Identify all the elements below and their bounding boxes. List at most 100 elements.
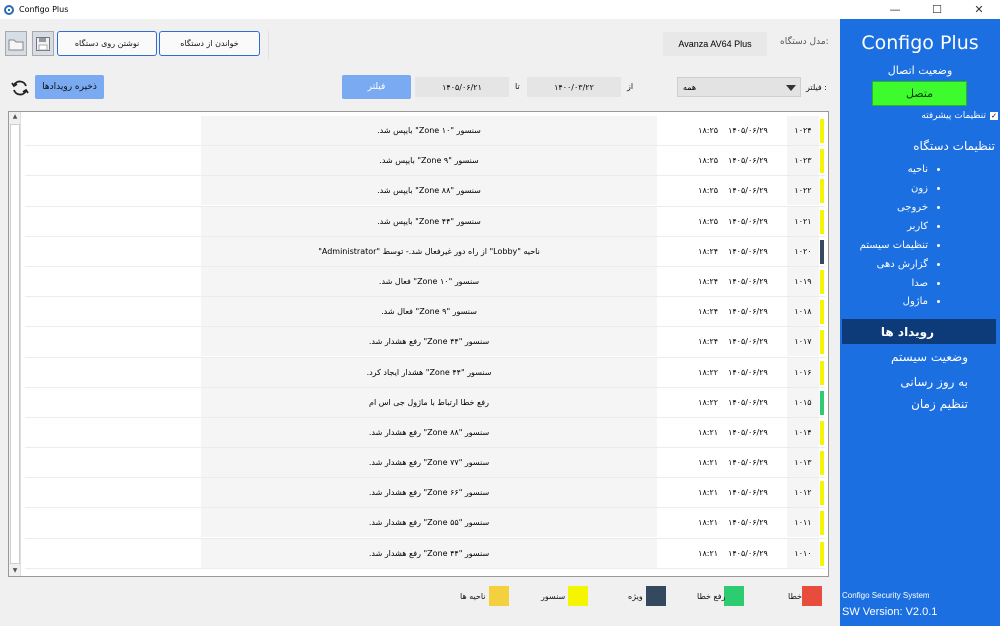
sidebar-item-label: صدا (911, 278, 928, 289)
from-date-input[interactable]: ۱۴۰۰/۰۳/۲۲ (527, 77, 621, 97)
close-button[interactable]: ✕ (958, 0, 1000, 19)
legend-swatch-special (646, 586, 666, 606)
sidebar-item-area[interactable]: ناحیه (840, 164, 940, 175)
event-date: ۱۴۰۵/۰۶/۲۹ (728, 186, 768, 196)
bullet-icon (937, 225, 940, 228)
sidebar-item-system-settings[interactable]: تنظیمات سیستم (840, 240, 940, 251)
maximize-button[interactable]: ☐ (916, 0, 958, 19)
table-row[interactable]: سنسور "Zone ۵۵" رفع هشدار شد. ۱۸:۲۱ ۱۴۰۵/۰… (25, 508, 825, 539)
refresh-button[interactable] (10, 78, 30, 98)
event-message: سنسور "Zone ۸۸" رفع هشدار شد. (201, 417, 657, 447)
to-date-input[interactable]: ۱۴۰۵/۰۶/۲۱ (415, 77, 509, 97)
sidebar-item-system-status[interactable]: وضعیت سیستم (840, 350, 968, 364)
sidebar-item-zone[interactable]: زون (840, 183, 940, 194)
table-row[interactable]: سنسور "Zone ۴۴" هشدار ایجاد کرد. ۱۸:۲۲ ۱۴۰… (25, 357, 825, 388)
table-row[interactable]: سنسور "Zone ۶۶" رفع هشدار شد. ۱۸:۲۱ ۱۴۰۵/۰… (25, 478, 825, 509)
advanced-settings-checkbox[interactable]: تنظیمات پیشرفته ✓ (870, 111, 998, 121)
table-row[interactable]: سنسور "Zone ۴۴" رفع هشدار شد. ۱۸:۲۱ ۱۴۰۵/۰… (25, 538, 825, 569)
write-to-device-button[interactable]: نوشتن روی دستگاه (57, 31, 157, 56)
filter-button[interactable]: فیلتر (342, 75, 411, 99)
event-id: ۱۰۱۲ (787, 478, 819, 508)
open-folder-icon (8, 39, 24, 50)
table-row[interactable]: سنسور "Zone ۹" فعال شد. ۱۸:۲۴ ۱۴۰۵/۰۶/۲۹ ۱۰… (25, 297, 825, 328)
event-message: سنسور "Zone ۴۴" هشدار ایجاد کرد. (201, 357, 657, 387)
bullet-icon (937, 206, 940, 209)
minimize-button[interactable]: — (874, 0, 916, 19)
event-time: ۱۸:۲۴ (698, 307, 719, 317)
table-row[interactable]: سنسور "Zone ۷۷" رفع هشدار شد. ۱۸:۲۱ ۱۴۰۵/۰… (25, 448, 825, 479)
table-row[interactable]: سنسور "Zone ۱۰" بایپس شد. ۱۸:۲۵ ۱۴۰۵/۰۶/۲۹… (25, 116, 825, 147)
event-id: ۱۰۱۶ (787, 357, 819, 387)
sidebar-item-output[interactable]: خروجی (840, 202, 940, 213)
event-datetime: ۱۸:۲۱ ۱۴۰۵/۰۶/۲۹ (683, 448, 783, 477)
sidebar-item-module[interactable]: ماژول (840, 296, 940, 307)
event-datetime: ۱۸:۲۵ ۱۴۰۵/۰۶/۲۹ (683, 176, 783, 205)
event-id: ۱۰۱۹ (787, 266, 819, 296)
event-time: ۱۸:۲۱ (698, 548, 719, 558)
event-time: ۱۸:۲۵ (698, 156, 719, 166)
table-row[interactable]: رفع خطا ارتباط با ماژول جی اس ام ۱۸:۲۲ ۱۴۰… (25, 387, 825, 418)
event-time: ۱۸:۲۴ (698, 337, 719, 347)
table-row[interactable]: سنسور "Zone ۹" بایپس شد. ۱۸:۲۵ ۱۴۰۵/۰۶/۲۹ ۱… (25, 146, 825, 177)
event-id: ۱۰۱۴ (787, 417, 819, 447)
event-datetime: ۱۸:۲۱ ۱۴۰۵/۰۶/۲۹ (683, 418, 783, 447)
save-file-button[interactable] (32, 31, 54, 56)
checkbox-checked-icon[interactable]: ✓ (990, 112, 998, 120)
event-date: ۱۴۰۵/۰۶/۲۹ (728, 458, 768, 468)
table-row[interactable]: سنسور "Zone ۸۸" رفع هشدار شد. ۱۸:۲۱ ۱۴۰۵/۰… (25, 417, 825, 449)
read-from-device-button[interactable]: خواندن از دستگاه (159, 31, 260, 56)
filter-dropdown[interactable]: همه (677, 77, 801, 97)
table-row[interactable]: ناحیه "Lobby" از راه دور غیرفعال شد.- تو… (25, 236, 825, 267)
open-file-button[interactable] (5, 31, 27, 56)
window-title: Configo Plus (19, 5, 69, 14)
legend-label-special: ویژه (628, 592, 643, 601)
events-table: ▲ ▼ سنسور "Zone ۱۰" بایپس شد. ۱۸:۲۵ ۱۴۰۵/۰… (8, 111, 829, 577)
sidebar-item-label: تنظیمات سیستم (859, 240, 928, 251)
scroll-thumb[interactable] (10, 124, 20, 564)
sidebar-item-sound[interactable]: صدا (840, 278, 940, 289)
sidebar-item-label: زون (910, 183, 928, 194)
event-time: ۱۸:۲۲ (698, 397, 719, 407)
save-events-button[interactable]: ذخیره رویدادها (35, 75, 104, 99)
sidebar-item-user[interactable]: کاربر (840, 221, 940, 232)
event-date: ۱۴۰۵/۰۶/۲۹ (728, 246, 768, 256)
device-model-label: مدل دستگاه: (780, 37, 829, 47)
event-type-indicator (820, 451, 824, 476)
sidebar-item-reporting[interactable]: گزارش دهی (840, 259, 940, 270)
event-id: ۱۰۲۴ (787, 116, 819, 145)
event-datetime: ۱۸:۲۴ ۱۴۰۵/۰۶/۲۹ (683, 267, 783, 296)
connection-status-button[interactable]: متصل (872, 81, 967, 106)
event-type-indicator (820, 541, 824, 566)
sidebar-item-label: ماژول (902, 296, 928, 307)
event-message: سنسور "Zone ۵۵" رفع هشدار شد. (201, 508, 657, 538)
event-type-indicator (820, 269, 824, 294)
legend-label-error-cleared: رفع خطا (697, 592, 726, 601)
sidebar-item-time-settings[interactable]: تنظیم زمان (840, 397, 968, 411)
vertical-scrollbar[interactable]: ▲ ▼ (9, 112, 21, 576)
save-disk-icon (36, 36, 50, 51)
event-date: ۱۴۰۵/۰۶/۲۹ (728, 126, 768, 135)
event-message: ناحیه "Lobby" از راه دور غیرفعال شد.- تو… (201, 236, 657, 266)
device-settings-heading[interactable]: تنظیمات دستگاه (840, 139, 995, 153)
sidebar: Configo Plus وضعیت اتصال متصل تنظیمات پی… (840, 19, 1000, 626)
event-time: ۱۸:۲۱ (698, 427, 719, 437)
sidebar-item-label: کاربر (907, 221, 928, 232)
event-date: ۱۴۰۵/۰۶/۲۹ (728, 156, 768, 166)
table-row[interactable]: سنسور "Zone ۴۴" بایپس شد. ۱۸:۲۵ ۱۴۰۵/۰۶/۲۹… (25, 206, 825, 237)
event-id: ۱۰۱۰ (787, 538, 819, 568)
app-window: Configo Plus — ☐ ✕ نوشتن روی دستگاه خوان… (0, 0, 1000, 626)
event-type-indicator (820, 149, 824, 174)
table-row[interactable]: سنسور "Zone ۸۸" بایپس شد. ۱۸:۲۵ ۱۴۰۵/۰۶/۲۹… (25, 176, 825, 207)
table-row[interactable]: سنسور "Zone ۴۴" رفع هشدار شد. ۱۸:۲۴ ۱۴۰۵/۰… (25, 327, 825, 358)
device-model-value: Avanza AV64 Plus (663, 32, 767, 56)
sidebar-item-events[interactable]: رویداد ها (842, 319, 996, 344)
table-row[interactable]: سنسور "Zone ۱۰" فعال شد. ۱۸:۲۴ ۱۴۰۵/۰۶/۲۹ ۱… (25, 266, 825, 298)
scroll-down-icon[interactable]: ▼ (9, 566, 21, 576)
event-type-indicator (820, 119, 824, 143)
event-time: ۱۸:۲۴ (698, 276, 719, 286)
event-time: ۱۸:۲۵ (698, 216, 719, 226)
event-time: ۱۸:۲۱ (698, 518, 719, 528)
event-type-indicator (820, 390, 824, 415)
sidebar-item-update[interactable]: به روز رسانی (840, 375, 968, 389)
scroll-up-icon[interactable]: ▲ (9, 112, 21, 122)
